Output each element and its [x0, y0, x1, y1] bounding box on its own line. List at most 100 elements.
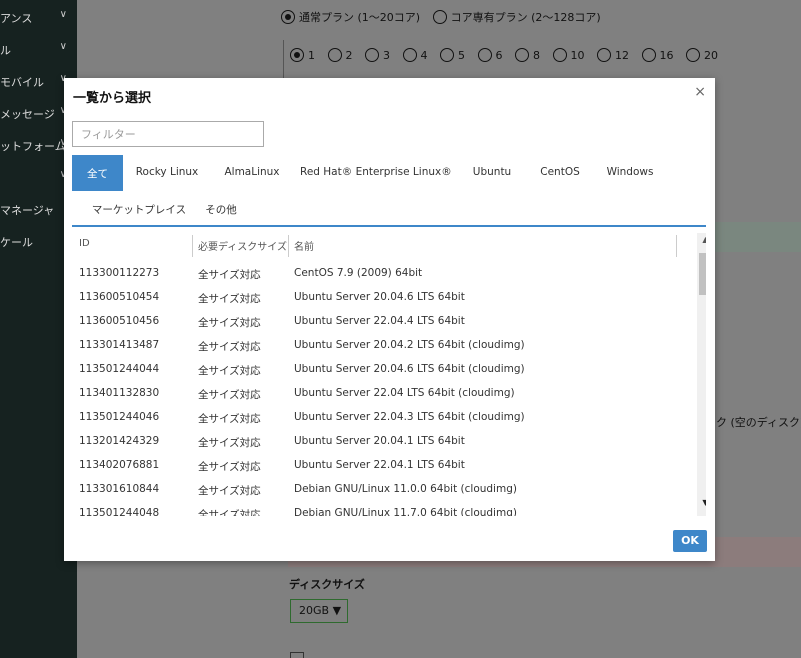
- filter-input[interactable]: [72, 121, 264, 147]
- table-row[interactable]: 113201424329 全サイズ対応 Ubuntu Server 20.04.1 …: [72, 431, 688, 455]
- plan-option-label: 通常プラン (1〜20コア): [299, 11, 421, 24]
- table-row[interactable]: 113301610844 全サイズ対応 Debian GNU/Linux 11.0.…: [72, 479, 688, 503]
- radio-icon: [686, 48, 700, 62]
- table-row[interactable]: 113501244044 全サイズ対応 Ubuntu Server 20.04.6 …: [72, 359, 688, 383]
- row-id: 113501244048: [79, 507, 160, 516]
- column-header-disk-size[interactable]: 必要ディスクサイズ: [198, 238, 287, 253]
- row-id: 113501244044: [79, 363, 160, 375]
- sidebar-item[interactable]: アンス ∨: [0, 7, 77, 27]
- core-option-label: 6: [495, 49, 503, 62]
- modal-title: 一覧から選択: [73, 91, 152, 106]
- core-option[interactable]: 6: [477, 48, 503, 62]
- core-option[interactable]: 3: [365, 48, 390, 62]
- row-id: 113301610844: [79, 483, 160, 495]
- row-disk-size: 全サイズ対応: [198, 485, 261, 497]
- table-row[interactable]: 113501244048 全サイズ対応 Debian GNU/Linux 11.7.…: [72, 503, 688, 516]
- core-option[interactable]: 16: [641, 48, 674, 62]
- plan-option[interactable]: 通常プラン (1〜20コア): [281, 9, 420, 25]
- row-name: Ubuntu Server 20.04.6 LTS 64bit: [294, 291, 465, 303]
- column-divider: [288, 235, 289, 257]
- tab-almalinux[interactable]: AlmaLinux: [220, 155, 284, 191]
- radio-icon: [641, 48, 656, 62]
- radio-selected-icon: [290, 48, 304, 62]
- radio-icon: [477, 48, 492, 62]
- core-option-label: 8: [533, 49, 540, 62]
- plan-option[interactable]: コア専有プラン (2〜128コア): [432, 9, 601, 25]
- tab-rocky-linux[interactable]: Rocky Linux: [130, 155, 204, 191]
- table-row[interactable]: 113301413487 全サイズ対応 Ubuntu Server 20.04.2 …: [72, 335, 688, 359]
- core-option[interactable]: 5: [440, 48, 465, 62]
- core-option[interactable]: 1: [290, 48, 315, 62]
- disk-option-text: ク (空のディスク): [716, 416, 801, 429]
- row-id: 113300112273: [79, 267, 160, 279]
- table-scrollbar[interactable]: ▲ ▼: [697, 233, 706, 516]
- row-disk-size: 全サイズ対応: [198, 509, 261, 516]
- sidebar-item-label: モバイル: [0, 76, 44, 89]
- table-row[interactable]: 113300112273 全サイズ対応 CentOS 7.9 (2009) 64bi…: [72, 263, 688, 287]
- core-option[interactable]: 10: [552, 48, 585, 62]
- column-header-name[interactable]: 名前: [294, 238, 314, 253]
- table-row[interactable]: 113600510454 全サイズ対応 Ubuntu Server 20.04.6 …: [72, 287, 688, 311]
- row-name: Debian GNU/Linux 11.7.0 64bit (cloudimg): [294, 507, 517, 516]
- radio-icon: [597, 48, 611, 62]
- radio-icon: [402, 48, 417, 62]
- tab-windows[interactable]: Windows: [602, 155, 658, 191]
- core-option-label: 5: [458, 49, 465, 62]
- row-id: 113402076881: [79, 459, 160, 471]
- row-disk-size: 全サイズ対応: [198, 341, 261, 353]
- row-disk-size: 全サイズ対応: [198, 293, 261, 305]
- row-name: Ubuntu Server 22.04.4 LTS 64bit: [294, 315, 465, 327]
- row-id: 113401132830: [79, 387, 160, 399]
- scrollbar-thumb[interactable]: [699, 253, 706, 295]
- radio-icon: [327, 48, 342, 62]
- row-disk-size: 全サイズ対応: [198, 365, 261, 377]
- table-row[interactable]: 113402076881 全サイズ対応 Ubuntu Server 22.04.1 …: [72, 455, 688, 479]
- checkbox[interactable]: [290, 652, 304, 658]
- core-option[interactable]: 4: [402, 48, 428, 62]
- scroll-down-arrow-icon[interactable]: ▼: [697, 498, 706, 514]
- core-option[interactable]: 2: [327, 48, 353, 62]
- tab-centos[interactable]: CentOS: [535, 155, 585, 191]
- radio-icon: [440, 48, 454, 62]
- table-row[interactable]: 113600510456 全サイズ対応 Ubuntu Server 22.04.4 …: [72, 311, 688, 335]
- archive-table: ID 必要ディスクサイズ 名前 113300112273 全サイズ対応 CentOS…: [72, 233, 706, 516]
- tab-red-hat[interactable]: Red Hat® Enterprise Linux®: [300, 155, 452, 191]
- scroll-up-arrow-icon[interactable]: ▲: [697, 235, 706, 251]
- tab-all[interactable]: 全て: [72, 155, 123, 191]
- tab-ubuntu[interactable]: Ubuntu: [468, 155, 516, 191]
- sidebar-item-label: アンス: [0, 12, 33, 25]
- core-option-label: 1: [308, 49, 315, 62]
- column-divider: [192, 235, 193, 257]
- tab-other[interactable]: その他: [202, 191, 240, 227]
- row-disk-size: 全サイズ対応: [198, 317, 261, 329]
- tab-marketplace[interactable]: マーケットプレイス: [84, 191, 194, 227]
- close-icon[interactable]: ×: [694, 84, 706, 100]
- column-header-id[interactable]: ID: [79, 238, 90, 249]
- radio-icon: [365, 48, 379, 62]
- column-divider: [676, 235, 677, 257]
- row-disk-size: 全サイズ対応: [198, 389, 261, 401]
- disk-size-select[interactable]: 20GB ▼: [290, 599, 348, 623]
- sidebar-item-label: マネージャ: [0, 204, 55, 217]
- table-row[interactable]: 113501244046 全サイズ対応 Ubuntu Server 22.04.3 …: [72, 407, 688, 431]
- row-disk-size: 全サイズ対応: [198, 437, 261, 449]
- sidebar-item[interactable]: ル ∨: [0, 39, 77, 59]
- sidebar-item-label: ル: [0, 44, 11, 57]
- table-row[interactable]: 113401132830 全サイズ対応 Ubuntu Server 22.04 LT…: [72, 383, 688, 407]
- core-option-label: 20: [704, 49, 718, 62]
- select-archive-modal: 一覧から選択 × 全て Rocky Linux AlmaLinux Red Ha…: [64, 78, 715, 561]
- core-option[interactable]: 8: [515, 48, 540, 62]
- core-option-label: 10: [570, 49, 585, 62]
- disk-size-label: ディスクサイズ: [289, 578, 365, 591]
- plan-radio-group: 通常プラン (1〜20コア) コア専有プラン (2〜128コア): [281, 9, 610, 25]
- row-name: Ubuntu Server 20.04.6 LTS 64bit (cloudim…: [294, 363, 525, 375]
- radio-selected-icon: [281, 10, 295, 24]
- core-option[interactable]: 20: [686, 48, 718, 62]
- core-option[interactable]: 12: [597, 48, 629, 62]
- radio-icon: [552, 48, 567, 62]
- row-id: 113501244046: [79, 411, 160, 423]
- core-option-label: 4: [420, 49, 428, 62]
- core-option-label: 3: [383, 49, 390, 62]
- sidebar-item-label: ットフォーム: [0, 140, 66, 153]
- ok-button[interactable]: OK: [673, 530, 707, 552]
